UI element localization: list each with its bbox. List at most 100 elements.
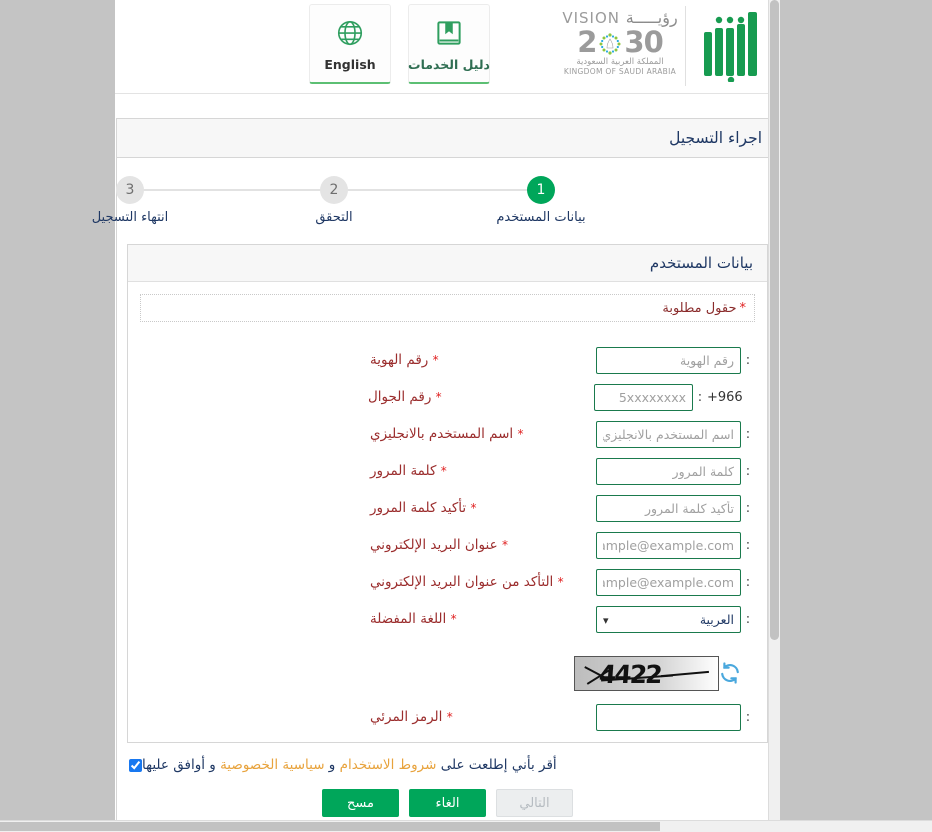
registration-card: اجراء التسجيل 1 بيانات المستخدم 2 التحقق… — [92, 118, 779, 832]
confirm-password-input[interactable] — [596, 494, 741, 522]
page-vertical-scrollbar[interactable] — [768, 0, 780, 822]
user-data-panel-title: بيانات المستخدم — [649, 254, 753, 272]
colon-confirm-email: : — [745, 574, 751, 590]
vision-year: 2 30 — [555, 27, 685, 57]
asterisk-visual-code: * — [446, 710, 453, 724]
browser-viewport: English دليل الخدمات VISION رؤيـــــة 2 … — [0, 0, 932, 832]
colon-confirm-password: : — [745, 500, 751, 516]
stepper-step-1-number: 1 — [527, 176, 555, 204]
terms-of-use-link[interactable]: شروط الاستخدام — [340, 757, 437, 773]
stepper-step-3-label: انتهاء التسجيل — [91, 210, 169, 225]
user-data-panel-body: * حقول مطلوبة : * رقم الهوية — [128, 282, 767, 742]
colon-password: : — [745, 463, 751, 479]
stepper-step-1-label: بيانات المستخدم — [496, 210, 586, 225]
window-horizontal-scrollbar-thumb[interactable] — [0, 822, 660, 831]
privacy-policy-link[interactable]: سياسية الخصوصية — [220, 757, 324, 773]
absher-logo[interactable] — [685, 6, 763, 86]
asterisk-email: * — [501, 538, 508, 552]
stepper-step-3[interactable]: 3 انتهاء التسجيل — [70, 176, 190, 225]
control-confirm-email — [596, 568, 741, 596]
clear-button[interactable]: مسح — [322, 789, 399, 817]
visual-code-input[interactable] — [596, 703, 741, 731]
field-row-password: : * كلمة المرور — [140, 453, 755, 489]
control-mobile — [594, 383, 693, 411]
colon-language: : — [745, 611, 751, 627]
user-data-panel-header: بيانات المستخدم — [128, 245, 767, 282]
stepper-step-2-label: التحقق — [315, 210, 353, 225]
control-confirm-password — [596, 494, 741, 522]
agreement-middle: و — [324, 757, 340, 773]
asterisk-password: * — [440, 464, 447, 478]
colon-visual-code: : — [745, 709, 751, 725]
registration-content: اجراء التسجيل 1 بيانات المستخدم 2 التحقق… — [92, 118, 780, 832]
label-national-id: * رقم الهوية — [364, 352, 596, 368]
vision-wordmark: VISION رؤيـــــة — [555, 9, 685, 27]
agreement-text: أقر بأني إطلعت على شروط الاستخدام و سياس… — [142, 757, 557, 773]
password-input[interactable] — [596, 457, 741, 485]
refresh-icon[interactable] — [719, 662, 741, 684]
next-button[interactable]: التالي — [496, 789, 573, 817]
vision-year-digits-30: 30 — [624, 25, 663, 59]
palm-emblem-icon — [596, 31, 624, 57]
label-text-confirm-password: تأكيد كلمة المرور — [370, 500, 467, 516]
asterisk-confirm-password: * — [470, 501, 477, 515]
label-confirm-email: * التأكد من عنوان البريد الإلكتروني — [364, 574, 596, 590]
control-visual-code — [596, 703, 741, 731]
email-input[interactable] — [596, 531, 741, 559]
captcha-image-row: 4422 — [140, 647, 755, 699]
book-icon — [434, 16, 464, 50]
language-english-label: English — [324, 56, 376, 72]
label-confirm-password: * تأكيد كلمة المرور — [364, 500, 596, 516]
label-text-language: اللغة المفضلة — [370, 611, 447, 627]
label-username: * اسم المستخدم بالانجليزي — [364, 426, 596, 442]
label-text-national-id: رقم الهوية — [370, 352, 429, 368]
page-title: اجراء التسجيل — [669, 129, 762, 147]
control-national-id — [596, 346, 741, 374]
stepper-step-2[interactable]: 2 التحقق — [274, 176, 394, 225]
mobile-number-input[interactable] — [594, 383, 693, 411]
asterisk-confirm-email: * — [557, 575, 564, 589]
vision-2030-logo: VISION رؤيـــــة 2 30 المملكة العربية ال… — [555, 9, 685, 83]
label-text-password: كلمة المرور — [370, 463, 437, 479]
colon-username: : — [745, 426, 751, 442]
control-email — [596, 531, 741, 559]
agreement-checkbox[interactable] — [129, 758, 142, 772]
page-vertical-scrollbar-thumb[interactable] — [770, 0, 779, 640]
user-data-panel: بيانات المستخدم * حقول مطلوبة : رقم الهو… — [127, 244, 768, 743]
page-title-bar: اجراء التسجيل — [117, 118, 778, 158]
label-email: * عنوان البريد الإلكتروني — [364, 537, 596, 553]
window-horizontal-scrollbar[interactable] — [0, 820, 932, 832]
label-text-visual-code: الرمز المرئي — [370, 709, 443, 725]
control-username — [596, 420, 741, 448]
services-guide-label: دليل الخدمات — [408, 56, 490, 72]
label-text-email: عنوان البريد الإلكتروني — [370, 537, 498, 553]
field-row-email: : * عنوان البريد الإلكتروني — [140, 527, 755, 563]
field-row-mobile: +966 : * رقم الجوال — [140, 379, 755, 415]
label-text-confirm-email: التأكد من عنوان البريد الإلكتروني — [370, 574, 554, 590]
field-row-visual-code: : * الرمز المرئي — [140, 699, 755, 735]
captcha-image: 4422 — [574, 655, 719, 691]
preferred-language-select[interactable]: العربية English — [596, 605, 741, 633]
stepper-step-2-number: 2 — [320, 176, 348, 204]
username-english-input[interactable] — [596, 420, 741, 448]
required-fields-note: * حقول مطلوبة — [140, 294, 755, 322]
field-row-confirm-email: : * التأكد من عنوان البريد الإلكتروني — [140, 564, 755, 600]
colon-mobile: : — [697, 389, 703, 405]
stepper-step-3-number: 3 — [116, 176, 144, 204]
national-id-input[interactable] — [596, 346, 741, 374]
stepper-step-1[interactable]: 1 بيانات المستخدم — [481, 176, 601, 225]
asterisk-mobile: * — [435, 390, 442, 404]
label-text-username: اسم المستخدم بالانجليزي — [370, 426, 514, 442]
language-english-button[interactable]: English — [309, 4, 391, 84]
language-select-wrapper: العربية English ▾ — [596, 605, 741, 633]
label-text-mobile: رقم الجوال — [368, 389, 432, 405]
globe-icon — [335, 16, 365, 50]
vision-subtitle-arabic: المملكة العربية السعودية — [576, 57, 664, 67]
confirm-email-input[interactable] — [596, 568, 741, 596]
asterisk-language: * — [450, 612, 457, 626]
vision-subtitle-english: KINGDOM OF SAUDI ARABIA — [563, 67, 677, 76]
required-note-text: حقول مطلوبة — [662, 300, 737, 316]
cancel-button[interactable]: الغاء — [409, 789, 486, 817]
services-guide-button[interactable]: دليل الخدمات — [408, 4, 490, 84]
required-note-asterisk: * — [739, 300, 747, 316]
